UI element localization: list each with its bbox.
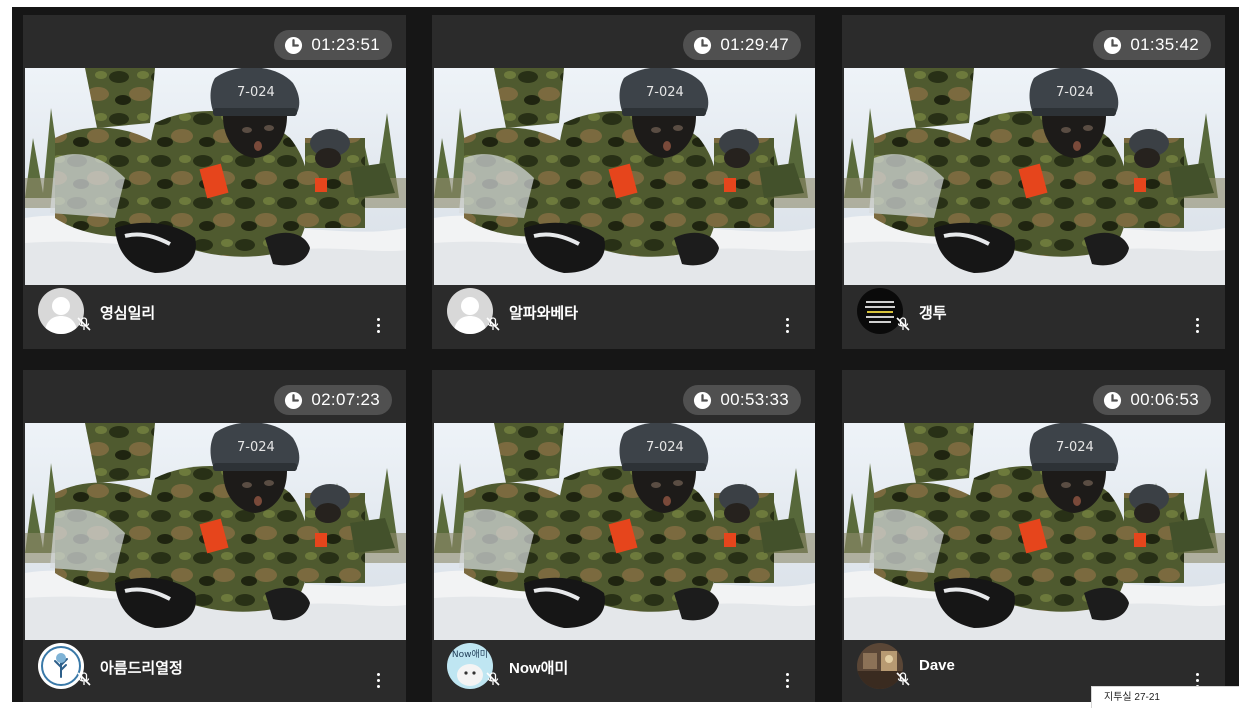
session-timer: 02:07:23 <box>274 385 392 415</box>
clock-icon <box>694 391 712 409</box>
timer-text: 02:07:23 <box>311 390 380 409</box>
mic-muted-icon <box>895 316 911 332</box>
video-thumbnail[interactable] <box>844 423 1225 640</box>
participant-tile[interactable]: 01:35:42 갱투 <box>842 15 1225 349</box>
participant-tile[interactable]: 01:23:51 영심일리 <box>23 15 406 349</box>
timer-text: 01:29:47 <box>720 35 789 54</box>
more-options-button[interactable] <box>370 315 386 335</box>
participant-name: 아름드리열정 <box>100 660 183 677</box>
participant-tile[interactable]: 00:06:53 Dave <box>842 370 1225 702</box>
participant-tile[interactable]: 02:07:23 아름드리열정 <box>23 370 406 702</box>
mic-muted-icon <box>76 316 92 332</box>
clock-icon <box>1104 36 1122 54</box>
video-thumbnail[interactable] <box>434 423 815 640</box>
participant-tile[interactable]: 00:53:33 Now애미 Now애미 <box>432 370 815 702</box>
mic-muted-icon <box>76 671 92 687</box>
timer-text: 00:53:33 <box>720 390 789 409</box>
status-note: 지투실 27-21 <box>1091 686 1239 708</box>
participant-name: Dave <box>919 657 955 674</box>
session-timer: 01:29:47 <box>683 30 801 60</box>
mic-muted-icon <box>895 671 911 687</box>
timer-text: 00:06:53 <box>1130 390 1199 409</box>
mic-muted-icon <box>485 316 501 332</box>
participant-name: 영심일리 <box>100 305 156 322</box>
session-timer: 01:35:42 <box>1093 30 1211 60</box>
timer-text: 01:23:51 <box>311 35 380 54</box>
participant-name: 알파와베타 <box>509 305 579 322</box>
clock-icon <box>694 36 712 54</box>
more-options-button[interactable] <box>370 670 386 690</box>
more-options-button[interactable] <box>779 670 795 690</box>
participant-name: Now애미 <box>509 660 569 677</box>
video-thumbnail[interactable] <box>434 68 815 285</box>
participant-name: 갱투 <box>919 305 947 322</box>
more-options-button[interactable] <box>1189 315 1205 335</box>
clock-icon <box>285 391 303 409</box>
session-timer: 00:06:53 <box>1093 385 1211 415</box>
video-thumbnail[interactable] <box>25 423 406 640</box>
video-grid: 01:23:51 영심일리 01:29:47 알파와베타 01:35:42 갱투… <box>12 7 1239 702</box>
clock-icon <box>285 36 303 54</box>
clock-icon <box>1104 391 1122 409</box>
participant-tile[interactable]: 01:29:47 알파와베타 <box>432 15 815 349</box>
video-thumbnail[interactable] <box>844 68 1225 285</box>
more-options-button[interactable] <box>779 315 795 335</box>
session-timer: 01:23:51 <box>274 30 392 60</box>
timer-text: 01:35:42 <box>1130 35 1199 54</box>
svg-text:Now애미: Now애미 <box>452 649 488 660</box>
video-thumbnail[interactable] <box>25 68 406 285</box>
session-timer: 00:53:33 <box>683 385 801 415</box>
mic-muted-icon <box>485 671 501 687</box>
